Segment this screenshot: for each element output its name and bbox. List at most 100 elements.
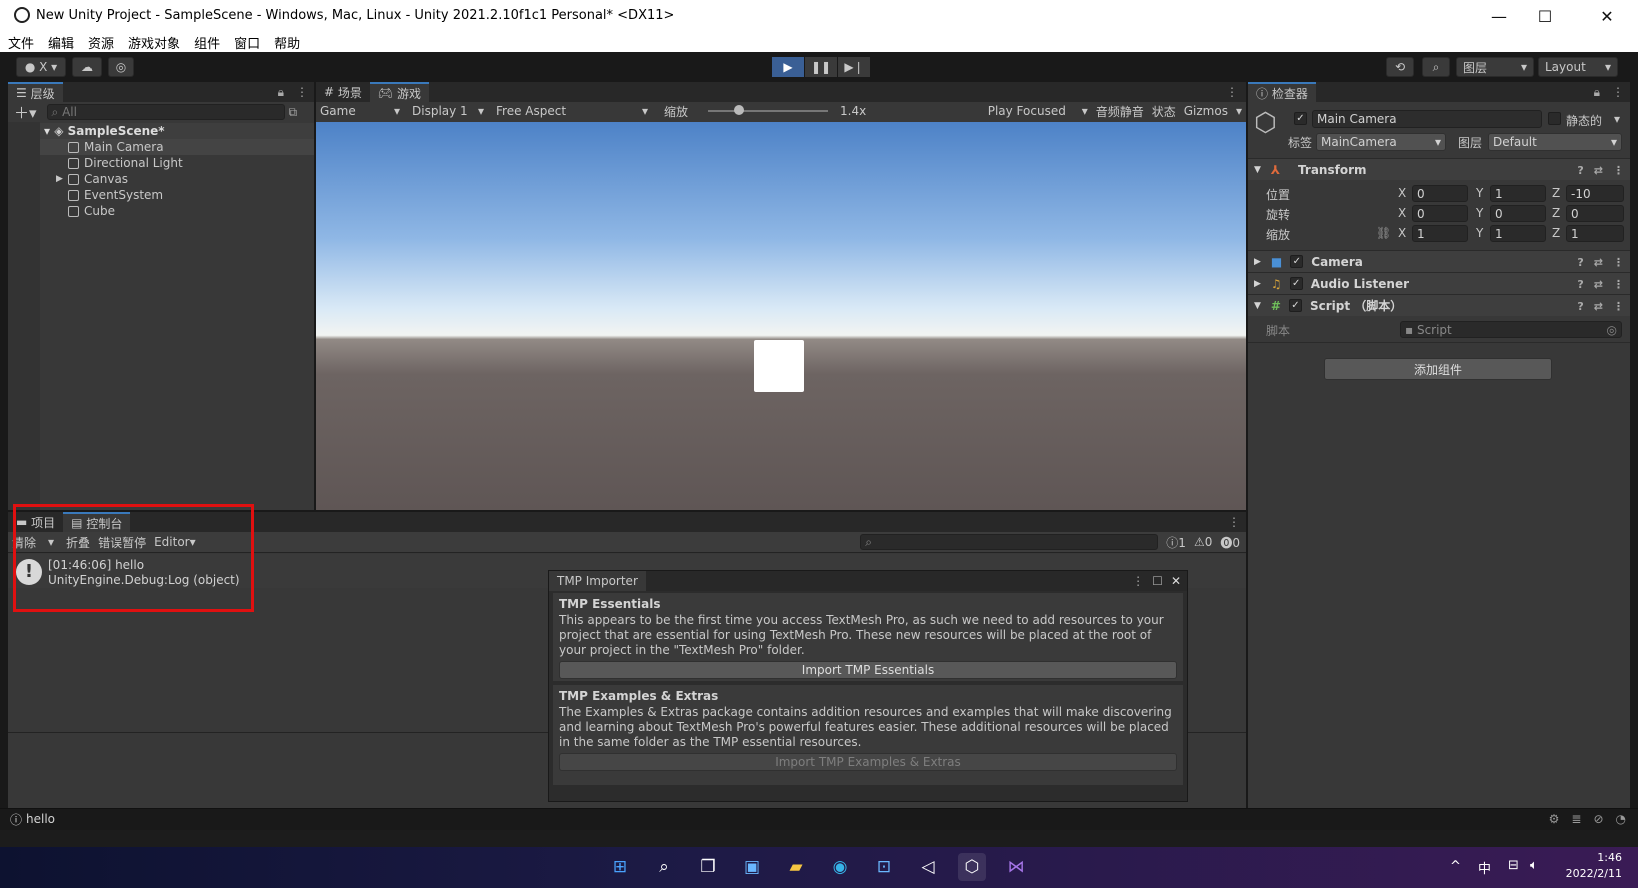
hierarchy-item-eventsystem[interactable]: EventSystem (8, 187, 314, 203)
rotation-y-field[interactable]: 0 (1490, 205, 1546, 222)
account-dropdown[interactable]: ● X ▾ (16, 57, 66, 77)
help-icon[interactable]: ? (1577, 164, 1583, 177)
hierarchy-item-directional-light[interactable]: Directional Light (8, 155, 314, 171)
help-icon[interactable]: ? (1577, 256, 1583, 269)
position-y-field[interactable]: 1 (1490, 185, 1546, 202)
clock-date[interactable]: 2022/2/11 (1556, 867, 1622, 880)
hierarchy-item-cube[interactable]: Cube (8, 203, 314, 219)
visual-studio-icon[interactable]: ⋈ (1002, 853, 1030, 881)
help-icon[interactable]: ? (1577, 300, 1583, 313)
transform-header[interactable]: ▼ ⅄ Transform ? ⇄ ⋮ (1248, 158, 1630, 180)
more-icon[interactable]: ⋮ (1613, 300, 1624, 313)
log-count-toggle[interactable]: ⓘ1 (1166, 534, 1186, 551)
status-message[interactable]: hello (26, 812, 55, 826)
scale-slider-handle[interactable] (734, 105, 745, 115)
hierarchy-item-main-camera[interactable]: Main Camera (8, 139, 314, 155)
position-x-field[interactable]: 0 (1412, 185, 1468, 202)
import-tmp-extras-button[interactable]: Import TMP Examples & Extras (559, 753, 1177, 771)
pause-button[interactable]: ❚❚ (805, 57, 837, 77)
unity-editor-icon[interactable]: ⬡ (958, 853, 986, 881)
search-icon[interactable]: ⌕ (1422, 57, 1450, 77)
menu-component[interactable]: 组件 (194, 33, 220, 52)
edge-icon[interactable]: ◉ (826, 853, 854, 881)
more-icon[interactable]: ⋮ (1132, 574, 1144, 588)
layout-dropdown[interactable]: Layout ▾ (1538, 57, 1618, 77)
position-z-field[interactable]: -10 (1566, 185, 1624, 202)
menu-assets[interactable]: 资源 (88, 33, 114, 52)
close-icon[interactable]: ✕ (1171, 574, 1181, 588)
gizmos-menu-icon[interactable]: ▾ (1236, 104, 1242, 118)
task-view-icon[interactable]: ❐ (694, 853, 722, 881)
rotation-x-field[interactable]: 0 (1412, 205, 1468, 222)
mute-audio-toggle[interactable]: 音频静音 (1096, 103, 1144, 120)
more-icon[interactable]: ⋮ (1613, 256, 1624, 269)
network-icon[interactable]: ⊟ (1508, 858, 1519, 873)
play-focused-dropdown[interactable]: Play Focused ▾ (984, 104, 1092, 118)
more-icon[interactable]: ⋮ (1613, 164, 1624, 177)
close-button[interactable]: ✕ (1584, 0, 1630, 32)
layer-dropdown[interactable]: Default ▾ (1488, 133, 1622, 151)
debug-icon[interactable]: ⚙ (1549, 812, 1560, 826)
menu-gameobject[interactable]: 游戏对象 (128, 33, 180, 52)
menu-help[interactable]: 帮助 (274, 33, 300, 52)
widgets-icon[interactable]: ▣ (738, 853, 766, 881)
scale-slider[interactable] (708, 105, 829, 115)
error-count-toggle[interactable]: ⓿0 (1220, 534, 1240, 551)
more-icon[interactable]: ⋮ (1613, 278, 1624, 291)
cache-icon[interactable]: ≣ (1571, 812, 1581, 826)
display-dropdown[interactable]: Display 1 ▾ (408, 104, 488, 118)
maximize-button[interactable]: ☐ (1522, 0, 1568, 32)
maximize-icon[interactable]: ☐ (1152, 574, 1163, 588)
tray-chevron-icon[interactable]: ^ (1450, 859, 1461, 874)
more-icon[interactable]: ⋮ (1228, 515, 1240, 529)
preset-icon[interactable]: ⇄ (1594, 256, 1603, 269)
tab-inspector[interactable]: ⓘ 检查器 (1248, 82, 1316, 102)
preset-icon[interactable]: ⇄ (1594, 300, 1603, 313)
ime-indicator[interactable]: 中 (1478, 858, 1491, 877)
scale-z-field[interactable]: 1 (1566, 225, 1624, 242)
scale-y-field[interactable]: 1 (1490, 225, 1546, 242)
import-tmp-essentials-button[interactable]: Import TMP Essentials (559, 661, 1177, 679)
scale-x-field[interactable]: 1 (1412, 225, 1468, 242)
game-viewport[interactable] (316, 122, 1246, 510)
script-component-header[interactable]: ▼ # ✓ Script （脚本） ? ⇄ ⋮ (1248, 294, 1630, 316)
audio-listener-header[interactable]: ▶ ♫ ✓ Audio Listener ? ⇄ ⋮ (1248, 272, 1630, 294)
audio-listener-checkbox[interactable]: ✓ (1289, 277, 1303, 290)
clock-time[interactable]: 1:46 (1566, 851, 1622, 864)
store-icon[interactable]: ⊡ (870, 853, 898, 881)
hierarchy-item-canvas[interactable]: ▶ Canvas (8, 171, 314, 187)
auto-generate-icon[interactable]: ⊘ (1593, 812, 1603, 826)
add-component-button[interactable]: 添加组件 (1324, 358, 1552, 380)
camera-enabled-checkbox[interactable]: ✓ (1290, 255, 1304, 268)
search-icon[interactable]: ⌕ (650, 853, 678, 881)
warning-count-toggle[interactable]: ⚠0 (1194, 535, 1212, 549)
scene-root[interactable]: ▾ ◈ SampleScene* (8, 123, 314, 139)
add-icon[interactable]: ＋▾ (14, 102, 37, 123)
progress-icon[interactable]: ◔ (1616, 812, 1626, 826)
gizmos-toggle[interactable]: Gizmos (1184, 104, 1228, 118)
step-button[interactable]: ▶❘ (838, 57, 870, 77)
start-icon[interactable]: ⊞ (606, 853, 634, 881)
lock-icon[interactable]: 🔒︎ (1594, 85, 1600, 100)
tab-scene[interactable]: # 场景 (316, 82, 370, 102)
collab-icon[interactable]: ◎ (108, 57, 134, 77)
static-dropdown-icon[interactable]: ▾ (1614, 112, 1620, 126)
volume-icon[interactable]: 🔈︎ (1530, 858, 1538, 873)
static-checkbox[interactable] (1548, 112, 1561, 125)
menu-edit[interactable]: 编辑 (48, 33, 74, 52)
link-icon[interactable]: ⛓ (1376, 226, 1391, 240)
unity-hub-icon[interactable]: ◁ (914, 853, 942, 881)
tab-game[interactable]: 🎮︎ 游戏 (369, 82, 429, 102)
help-icon[interactable]: ? (1577, 278, 1583, 291)
script-enabled-checkbox[interactable]: ✓ (1288, 299, 1302, 312)
more-icon[interactable]: ⋮ (1612, 85, 1624, 99)
stats-toggle[interactable]: 状态 (1152, 103, 1176, 120)
more-icon[interactable]: ⋮ (296, 85, 308, 99)
menu-file[interactable]: 文件 (8, 33, 34, 52)
preset-icon[interactable]: ⇄ (1594, 278, 1603, 291)
game-dropdown[interactable]: Game ▾ (316, 104, 404, 118)
menu-window[interactable]: 窗口 (234, 33, 260, 52)
camera-component-header[interactable]: ▶ ■ ✓ Camera ? ⇄ ⋮ (1248, 250, 1630, 272)
object-name-field[interactable]: Main Camera (1312, 110, 1542, 128)
active-checkbox[interactable]: ✓ (1294, 112, 1307, 125)
